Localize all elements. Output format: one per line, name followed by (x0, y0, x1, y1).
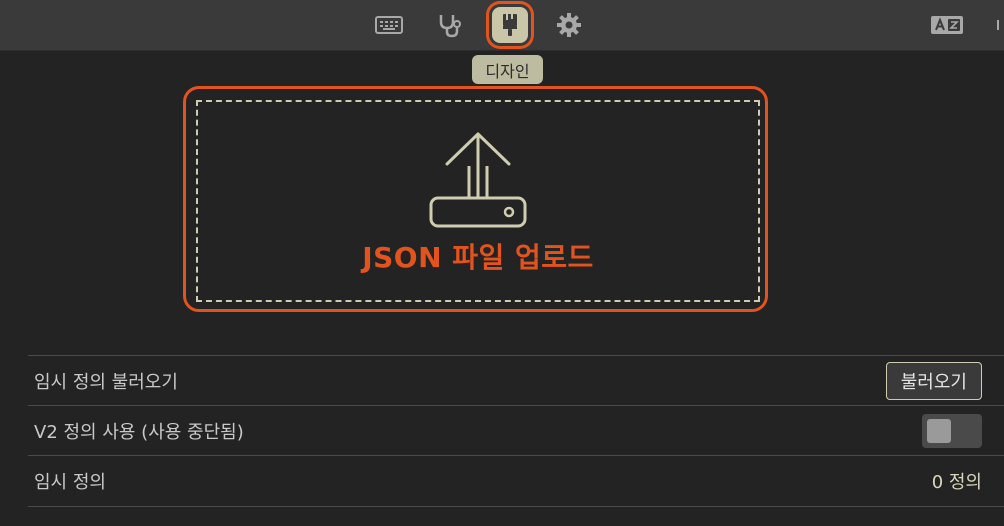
json-upload-dropzone[interactable]: JSON 파일 업로드 (196, 100, 760, 302)
temp-label: 임시 정의 (34, 472, 106, 493)
toggle-knob (927, 418, 951, 443)
load-temp-definitions-row: 임시 정의 불러오기 불러오기 (28, 355, 1004, 405)
keyboard-icon[interactable] (371, 7, 407, 43)
v2-label: V2 정의 사용 (사용 중단됨) (34, 421, 244, 443)
temp-definitions-row: 임시 정의 0 정의 (28, 455, 1004, 507)
v2-toggle[interactable] (922, 413, 982, 448)
design-tooltip: 디자인 (472, 55, 543, 84)
stethoscope-icon[interactable] (431, 7, 467, 43)
brush-icon (503, 14, 517, 36)
translate-icon[interactable] (929, 7, 965, 43)
load-temp-label: 임시 정의 불러오기 (34, 371, 178, 393)
upload-label: JSON 파일 업로드 (362, 241, 594, 274)
upload-icon (429, 132, 527, 228)
load-button[interactable]: 불러오기 (885, 361, 982, 400)
chevron-down-icon[interactable] (988, 7, 1004, 43)
settings-list: 임시 정의 불러오기 불러오기 V2 정의 사용 (사용 중단됨) 임시 정의 … (28, 355, 1004, 507)
temp-count: 0 정의 (931, 472, 982, 493)
gear-icon[interactable] (551, 7, 587, 43)
top-toolbar (0, 0, 1004, 51)
design-brush-button[interactable] (492, 7, 528, 43)
v2-definitions-row: V2 정의 사용 (사용 중단됨) (28, 405, 1004, 455)
